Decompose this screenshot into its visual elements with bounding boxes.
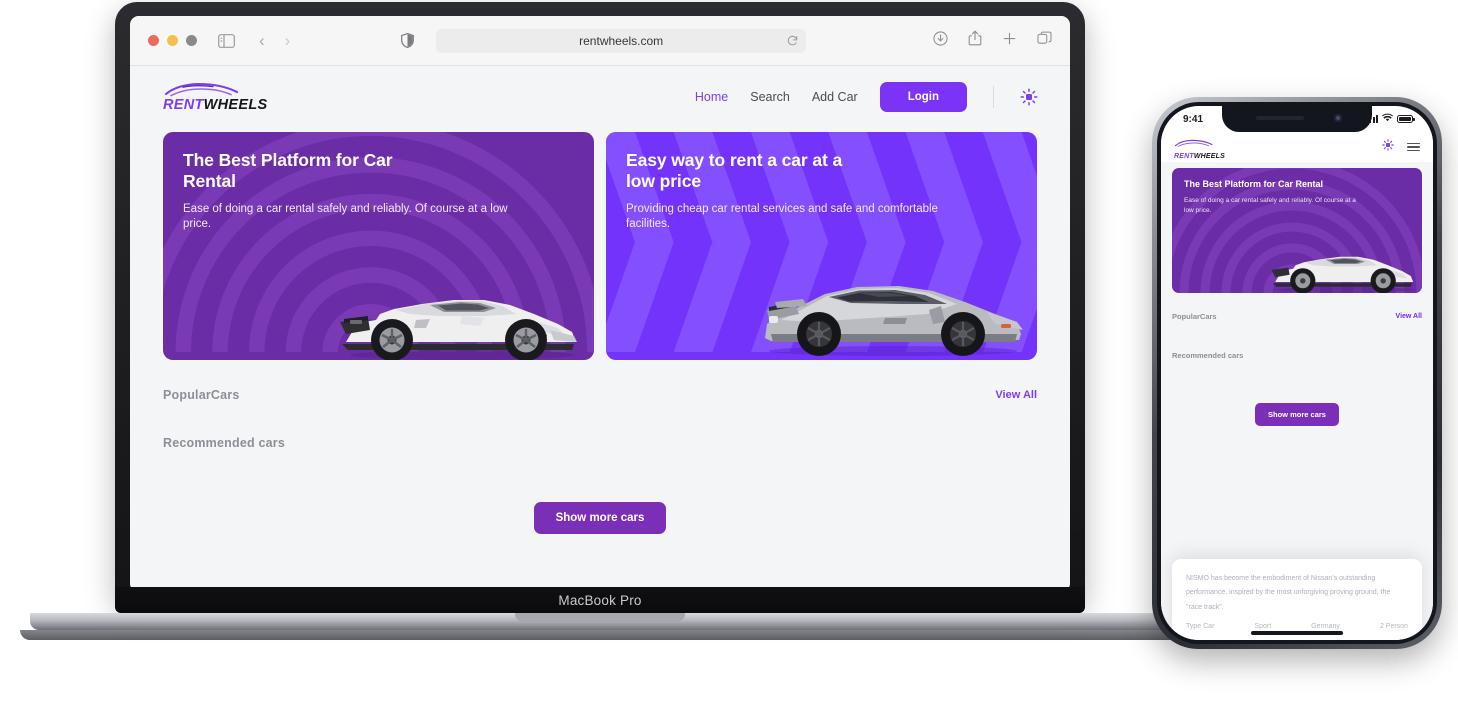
logo-text-wheels: WHEELS — [203, 96, 268, 113]
white-supercar-image — [340, 300, 577, 360]
window-traffic-lights[interactable] — [148, 35, 197, 46]
phone-frame: 9:41 RENTWHEELS The Best Platform for Ca… — [1152, 97, 1442, 649]
recommended-cars-section-header: Recommended cars — [163, 436, 1037, 450]
battery-icon — [1397, 115, 1415, 123]
hero-card-low-price[interactable]: Easy way to rent a car at a low price Pr… — [606, 132, 1037, 360]
show-more-cars-button[interactable]: Show more cars — [533, 502, 667, 534]
sun-icon[interactable] — [1020, 88, 1038, 106]
phone-logo-text-wheels: WHEELS — [1193, 152, 1226, 160]
phone-recommended-cars-title: Recommended cars — [1172, 351, 1244, 360]
status-time: 9:41 — [1183, 113, 1204, 125]
spec-type-car: Type Car — [1186, 623, 1215, 630]
phone-hero-card[interactable]: The Best Platform for Car Rental Ease of… — [1172, 168, 1422, 293]
phone-popular-cars-header: PopularCars View All — [1172, 312, 1422, 321]
back-arrow-icon[interactable]: ‹ — [259, 32, 265, 49]
spec-capacity: 2 Person — [1379, 623, 1408, 630]
status-indicators — [1365, 113, 1415, 125]
site-logo[interactable]: RENTWHEELS — [163, 82, 268, 113]
laptop-screen: ‹ › rentwheels.com RENTWHEELS Home Searc… — [130, 16, 1070, 592]
login-button[interactable]: Login — [879, 82, 967, 112]
tabs-icon[interactable] — [1037, 31, 1052, 51]
phone-show-more-cars-button[interactable]: Show more cars — [1255, 403, 1339, 426]
address-bar[interactable]: rentwheels.com — [436, 28, 807, 53]
phone-show-more-wrapper: Show more cars — [1172, 403, 1422, 426]
car-swoosh-icon — [1174, 139, 1213, 147]
main-nav[interactable]: Home Search Add Car Login — [695, 82, 1038, 112]
phone-hero-subtitle: Ease of doing a car rental safely and re… — [1184, 196, 1356, 214]
popular-cars-section-header: PopularCars View All — [163, 388, 1037, 402]
phone-recommended-cars-header: Recommended cars — [1172, 351, 1422, 360]
macbook-pro-device: ‹ › rentwheels.com RENTWHEELS Home Searc… — [20, 2, 1180, 642]
phone-modal-description: NISMO has become the embodiment of Nissa… — [1186, 574, 1391, 611]
hero-banner-row: The Best Platform for Car Rental Ease of… — [163, 132, 1037, 360]
laptop-foot — [20, 630, 1180, 640]
share-icon[interactable] — [968, 30, 982, 51]
logo-text-rent: RENT — [163, 96, 204, 113]
download-icon[interactable] — [933, 30, 948, 51]
iphone-device: 9:41 RENTWHEELS The Best Platform for Ca… — [1152, 97, 1442, 649]
phone-modal-specs: Type Car Sport Germany 2 Person — [1186, 623, 1408, 630]
phone-notch — [1222, 106, 1372, 132]
phone-hero-title: The Best Platform for Car Rental — [1184, 179, 1324, 189]
laptop-chin: MacBook Pro — [115, 587, 1085, 613]
laptop-model-label: MacBook Pro — [558, 592, 642, 608]
popular-cars-title: PopularCars — [163, 388, 240, 402]
minimize-window-button[interactable] — [167, 35, 178, 46]
front-camera — [1334, 114, 1342, 122]
logo-wordmark: RENTWHEELS — [163, 97, 268, 113]
earpiece-speaker — [1256, 116, 1304, 120]
browser-toolbar: ‹ › rentwheels.com — [130, 16, 1070, 66]
view-all-link[interactable]: View All — [995, 389, 1037, 401]
home-indicator[interactable] — [1251, 631, 1343, 635]
phone-view-all-link[interactable]: View All — [1396, 313, 1422, 320]
plus-icon[interactable] — [1002, 31, 1017, 51]
phone-logo-wordmark: RENTWHEELS — [1174, 153, 1225, 160]
phone-car-detail-modal[interactable]: NISMO has become the embodiment of Nissa… — [1172, 558, 1422, 640]
phone-screen: 9:41 RENTWHEELS The Best Platform for Ca… — [1161, 106, 1433, 640]
reload-icon[interactable] — [787, 33, 798, 51]
phone-logo-text-rent: RENT — [1174, 152, 1194, 160]
hero-subtitle: Ease of doing a car rental safely and re… — [183, 202, 508, 230]
url-text: rentwheels.com — [579, 33, 664, 48]
site-header: RENTWHEELS Home Search Add Car Login — [130, 66, 1070, 128]
nav-item-add-car[interactable]: Add Car — [812, 90, 858, 104]
phone-site-logo[interactable]: RENTWHEELS — [1174, 135, 1225, 160]
nav-item-search[interactable]: Search — [750, 90, 790, 104]
screenshot-scene: ‹ › rentwheels.com RENTWHEELS Home Searc… — [0, 0, 1458, 702]
hero-title: Easy way to rent a car at a low price — [626, 150, 843, 192]
recommended-cars-title: Recommended cars — [163, 436, 285, 450]
spec-germany: Germany — [1311, 623, 1340, 630]
spec-sport: Sport — [1254, 623, 1272, 630]
sun-icon[interactable] — [1382, 138, 1394, 156]
close-window-button[interactable] — [148, 35, 159, 46]
maximize-window-button[interactable] — [186, 35, 197, 46]
laptop-lid: ‹ › rentwheels.com RENTWHEELS Home Searc… — [115, 2, 1085, 602]
show-more-wrapper: Show more cars — [163, 502, 1037, 534]
browser-action-icons[interactable] — [933, 30, 1052, 51]
wifi-icon — [1382, 113, 1393, 125]
hero-subtitle: Providing cheap car rental services and … — [626, 202, 938, 230]
phone-header-actions[interactable] — [1382, 138, 1420, 156]
nav-divider — [993, 86, 994, 108]
phone-bezel: 9:41 RENTWHEELS The Best Platform for Ca… — [1157, 102, 1437, 644]
hamburger-menu-icon[interactable] — [1407, 142, 1420, 152]
phone-popular-cars-title: PopularCars — [1172, 312, 1217, 321]
silver-gtr-image — [765, 286, 1023, 356]
page-content: The Best Platform for Car Rental Ease of… — [130, 128, 1070, 592]
car-swoosh-icon — [164, 82, 239, 96]
privacy-shield-icon[interactable] — [401, 33, 415, 48]
white-supercar-image — [1271, 256, 1414, 293]
hero-card-platform[interactable]: The Best Platform for Car Rental Ease of… — [163, 132, 594, 360]
laptop-base-notch — [515, 613, 685, 622]
phone-site-header: RENTWHEELS — [1161, 132, 1433, 162]
forward-arrow-icon[interactable]: › — [285, 32, 291, 49]
navigation-arrows[interactable]: ‹ › — [259, 32, 290, 49]
sidebar-icon[interactable] — [215, 33, 237, 48]
nav-item-home[interactable]: Home — [695, 90, 728, 104]
hero-title: The Best Platform for Car Rental — [183, 150, 393, 192]
